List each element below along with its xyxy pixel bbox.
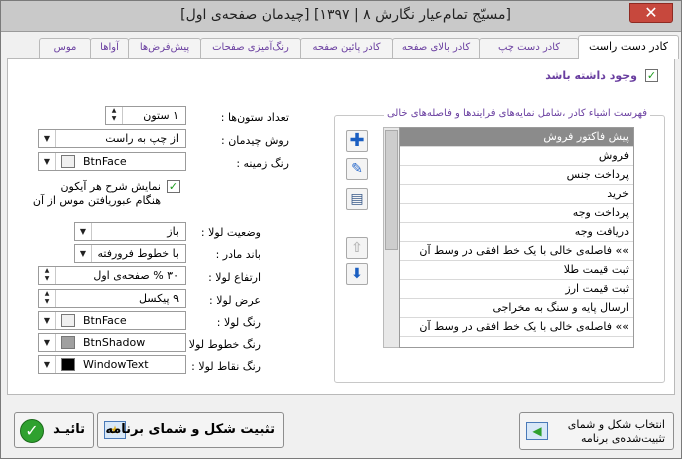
check-icon: ✓ bbox=[20, 419, 44, 443]
choose-shape-line2: تثبیت‌شده‌ی برنامه bbox=[580, 432, 665, 445]
chevron-down-icon[interactable]: ▼ bbox=[39, 130, 56, 147]
fix-shape-button[interactable]: ★ تثبیت شکل و شمای برنامه bbox=[97, 412, 284, 448]
spin-arrows-icon[interactable]: ▲ ▼ bbox=[39, 290, 56, 307]
main-window: [مسیّج تمام‌عیار نگارش ۸ | ۱۳۹۷] [چیدمان… bbox=[0, 0, 682, 459]
hinge-color-select[interactable]: ▼ BtnFace bbox=[38, 311, 186, 330]
bg-color-value: BtnFace bbox=[83, 155, 127, 168]
hinge-state-label: وضعیت لولا : bbox=[200, 226, 261, 239]
list-item[interactable]: پیش فاکتور فروش bbox=[400, 128, 633, 147]
hinge-line-color-select[interactable]: ▼ BtnShadow bbox=[38, 333, 186, 352]
bg-color-label: رنگ زمینه : bbox=[236, 157, 289, 170]
parent-band-value: با خطوط فرورفته bbox=[97, 247, 179, 260]
hinge-line-color-label: رنگ خطوط لولا : bbox=[181, 338, 261, 351]
chevron-down-icon[interactable]: ▼ bbox=[39, 356, 56, 373]
show-description-line2: هنگام عبوریافتن موس از آن bbox=[32, 194, 161, 207]
chevron-down-icon[interactable]: ▼ bbox=[75, 245, 92, 262]
color-swatch bbox=[61, 155, 75, 168]
parent-band-select[interactable]: ▼ با خطوط فرورفته bbox=[74, 244, 186, 263]
hinge-width-value: ۹ پیکسل bbox=[138, 292, 179, 305]
list-item[interactable]: خرید bbox=[400, 185, 633, 204]
list-item[interactable]: دریافت وجه bbox=[400, 223, 633, 242]
list-item[interactable]: ارسال پایه و سنگ به مخراجی bbox=[400, 299, 633, 318]
title-bar: [مسیّج تمام‌عیار نگارش ۸ | ۱۳۹۷] [چیدمان… bbox=[1, 1, 681, 32]
hinge-dot-color-select[interactable]: ▼ WindowText bbox=[38, 355, 186, 374]
paste-icon[interactable]: ▤ bbox=[346, 188, 368, 210]
window-arrow-icon: ◀ bbox=[526, 422, 548, 440]
hinge-width-spinner[interactable]: ▲ ▼ ۹ پیکسل bbox=[38, 289, 186, 308]
close-button[interactable]: ✕ bbox=[629, 3, 673, 23]
choose-shape-line1: انتخاب شکل و شمای bbox=[567, 418, 665, 431]
list-item[interactable]: »» فاصله‌ی خالی با یک خط افقی در وسط آن bbox=[400, 318, 633, 337]
list-item[interactable]: پرداخت جنس bbox=[400, 166, 633, 185]
group-title: فهرست اشیاء کادر ،شامل نمایه‌های فراینده… bbox=[383, 108, 650, 119]
color-swatch bbox=[61, 314, 75, 327]
hinge-height-value: ۳۰ % صفحه‌ی اول bbox=[93, 269, 179, 282]
hinge-width-label: عرض لولا : bbox=[209, 294, 261, 307]
hinge-height-spinner[interactable]: ▲ ▼ ۳۰ % صفحه‌ی اول bbox=[38, 266, 186, 285]
chevron-down-icon[interactable]: ▼ bbox=[75, 223, 92, 240]
chevron-down-icon[interactable]: ▼ bbox=[39, 153, 56, 170]
move-down-icon[interactable]: ⬇ bbox=[346, 263, 368, 285]
tab-sounds[interactable]: آواها bbox=[90, 38, 129, 58]
tab-top-frame[interactable]: کادر بالای صفحه bbox=[392, 38, 480, 58]
color-swatch bbox=[61, 336, 75, 349]
chevron-down-icon[interactable]: ▼ bbox=[39, 334, 56, 351]
move-up-icon[interactable]: ⇧ bbox=[346, 237, 368, 259]
window-title: [مسیّج تمام‌عیار نگارش ۸ | ۱۳۹۷] [چیدمان… bbox=[180, 7, 511, 23]
list-item[interactable]: ثبت قیمت ارز bbox=[400, 280, 633, 299]
list-scrollbar[interactable] bbox=[383, 127, 400, 348]
scrollbar-thumb[interactable] bbox=[385, 130, 398, 250]
hinge-dot-color-value: WindowText bbox=[83, 358, 149, 371]
columns-value: ۱ ستون bbox=[143, 109, 179, 122]
choose-shape-button[interactable]: ◀ انتخاب شکل و شمای تثبیت‌شده‌ی برنامه bbox=[519, 412, 674, 450]
layout-label: روش چیدمان : bbox=[221, 134, 289, 147]
tab-mouse[interactable]: موس bbox=[39, 38, 91, 58]
show-description-checkbox[interactable]: ✓ bbox=[167, 180, 180, 193]
columns-spinner[interactable]: ▲ ▼ ۱ ستون bbox=[105, 106, 186, 125]
list-item[interactable]: فروش bbox=[400, 147, 633, 166]
parent-band-label: باند مادر : bbox=[215, 248, 261, 261]
frame-objects-list[interactable]: پیش فاکتور فروش فروش پرداخت جنس خرید پرد… bbox=[399, 127, 634, 348]
spin-arrows-icon[interactable]: ▲ ▼ bbox=[106, 107, 123, 124]
frame-exists-checkbox[interactable]: ✓ bbox=[645, 69, 658, 82]
tab-bottom-frame[interactable]: کادر پائین صفحه bbox=[300, 38, 393, 58]
color-swatch bbox=[61, 358, 75, 371]
tab-page-coloring[interactable]: رنگ‌آمیزی صفحات bbox=[200, 38, 301, 58]
show-description-line1: نمایش شرح هر آیکون bbox=[60, 180, 161, 193]
list-item[interactable]: پرداخت وجه bbox=[400, 204, 633, 223]
hinge-height-label: ارتفاع لولا : bbox=[208, 271, 261, 284]
hinge-color-label: رنگ لولا : bbox=[216, 316, 261, 329]
hinge-dot-color-label: رنگ نقاط لولا : bbox=[191, 360, 261, 373]
fix-shape-label: تثبیت شکل و شمای برنامه bbox=[105, 422, 275, 437]
hinge-line-color-value: BtnShadow bbox=[83, 336, 146, 349]
hinge-color-value: BtnFace bbox=[83, 314, 127, 327]
ok-button[interactable]: ✓ تائیـد bbox=[14, 412, 94, 448]
columns-label: تعداد ستون‌ها : bbox=[220, 111, 289, 124]
tab-left-frame[interactable]: کادر دست چپ bbox=[479, 38, 579, 58]
add-icon[interactable]: ✚ bbox=[346, 130, 368, 152]
hinge-state-select[interactable]: ▼ باز bbox=[74, 222, 186, 241]
bg-color-select[interactable]: ▼ BtnFace bbox=[38, 152, 186, 171]
tab-defaults[interactable]: پیش‌فرض‌ها bbox=[128, 38, 201, 58]
layout-value: از چپ به راست bbox=[105, 132, 179, 145]
edit-icon[interactable]: ✎ bbox=[346, 158, 368, 180]
list-item[interactable]: »» فاصله‌ی خالی با یک خط افقی در وسط آن bbox=[400, 242, 633, 261]
tab-right-frame[interactable]: کادر دست راست bbox=[578, 35, 679, 59]
ok-label: تائیـد bbox=[53, 422, 85, 437]
list-item[interactable]: ثبت قیمت طلا bbox=[400, 261, 633, 280]
spin-arrows-icon[interactable]: ▲ ▼ bbox=[39, 267, 56, 284]
layout-select[interactable]: ▼ از چپ به راست bbox=[38, 129, 186, 148]
tab-bar: کادر دست راست کادر دست چپ کادر بالای صفح… bbox=[1, 35, 681, 59]
frame-exists-label: وجود داشته باشد bbox=[545, 69, 637, 82]
chevron-down-icon[interactable]: ▼ bbox=[39, 312, 56, 329]
hinge-state-value: باز bbox=[167, 225, 179, 238]
